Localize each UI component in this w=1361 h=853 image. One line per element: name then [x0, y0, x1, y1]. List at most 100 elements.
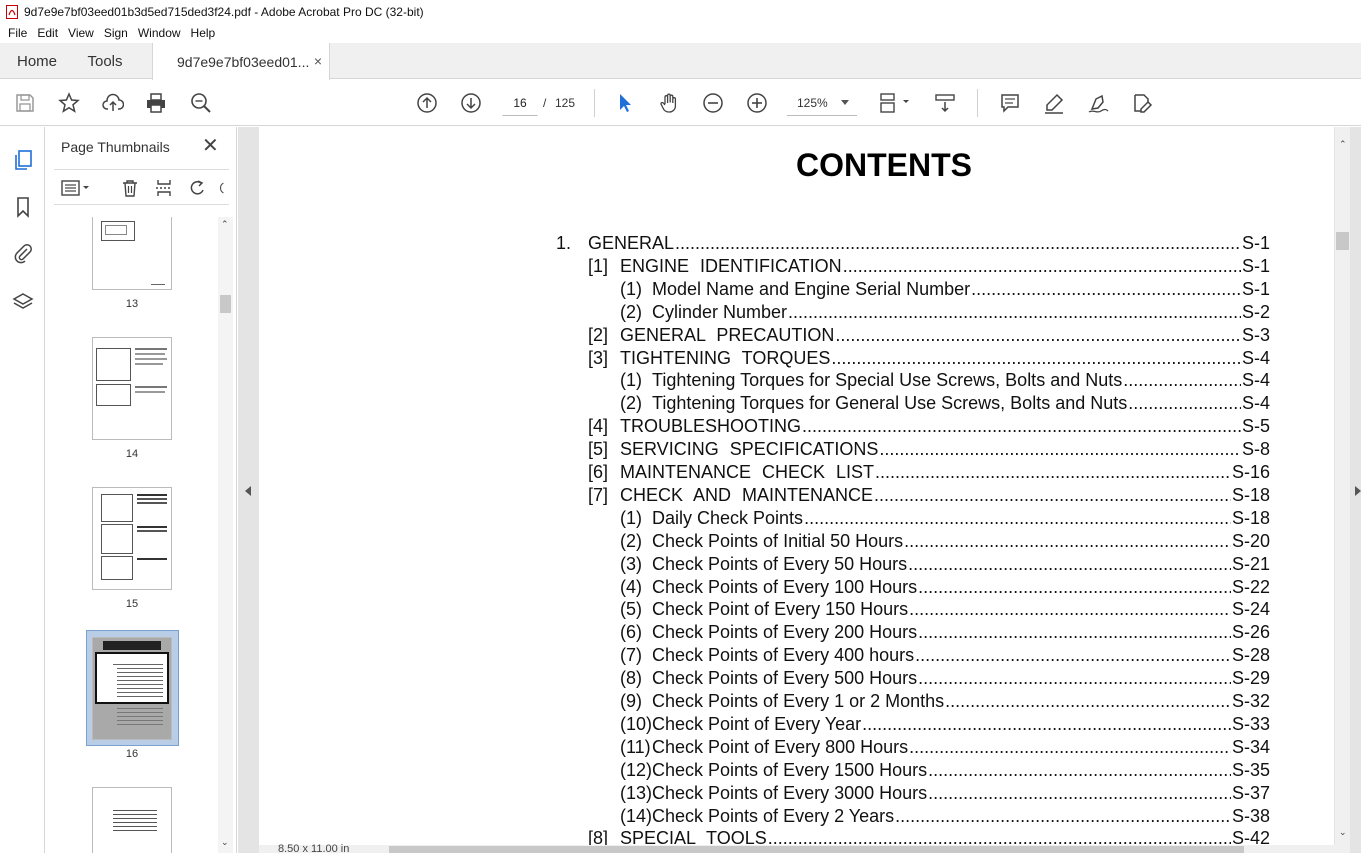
menu-edit[interactable]: Edit: [32, 26, 63, 40]
thumbnail-options-icon[interactable]: [60, 178, 92, 198]
highlight-pen-icon[interactable]: [1042, 91, 1066, 115]
scroll-down-arrow-icon[interactable]: ⌄: [221, 837, 229, 848]
thumbnail-page-13[interactable]: [92, 217, 172, 290]
more-tools-icon[interactable]: [215, 178, 229, 198]
toc-entry[interactable]: (4) Check Points of Every 100 Hours S-22: [620, 577, 1270, 599]
toc-entry-title: Check Points of Every 500 Hours: [652, 668, 918, 689]
toc-entry[interactable]: [2] GENERAL PRECAUTION S-3: [588, 325, 1270, 347]
zoom-level-dropdown[interactable]: 125%: [787, 90, 857, 116]
toc-entry-number: (6): [620, 622, 642, 643]
toc-entry[interactable]: [6] MAINTENANCE CHECK LIST S-16: [588, 462, 1270, 484]
menu-view[interactable]: View: [63, 26, 99, 40]
toc-entry-page: S-42: [1231, 828, 1270, 845]
zoom-out-icon[interactable]: [701, 91, 725, 115]
toc-entry[interactable]: (7) Check Points of Every 400 hours S-28: [620, 645, 1270, 667]
menu-file[interactable]: File: [3, 26, 32, 40]
tab-home[interactable]: Home: [0, 43, 74, 79]
toc-entry[interactable]: (10)Check Point of Every Year S-33: [620, 714, 1270, 736]
scroll-up-arrow-icon[interactable]: ⌃: [221, 219, 229, 230]
toc-entry[interactable]: [3] TIGHTENING TORQUES S-4: [588, 348, 1270, 370]
toc-entry[interactable]: (12)Check Points of Every 1500 Hours S-35: [620, 760, 1270, 782]
toc-entry[interactable]: (2) Tightening Torques for General Use Sc…: [620, 393, 1270, 415]
scroll-down-arrow-icon[interactable]: ⌄: [1339, 827, 1347, 838]
toc-entry[interactable]: (14)Check Points of Every 2 Years S-38: [620, 806, 1270, 828]
collapse-left-pane-icon[interactable]: [245, 486, 251, 496]
toc-entry-title: Check Points of Every 200 Hours: [652, 622, 918, 643]
scrollbar-thumb[interactable]: [220, 295, 231, 313]
scrollbar-thumb[interactable]: [1336, 232, 1349, 250]
select-cursor-icon[interactable]: [613, 91, 637, 115]
page-thumbnails-panel: Page Thumbnails ✕ 13 14 15 16 ⌃ ⌄: [46, 127, 237, 853]
toc-entry[interactable]: [5] SERVICING SPECIFICATIONS S-8: [588, 439, 1270, 461]
scroll-up-arrow-icon[interactable]: ⌃: [1339, 139, 1347, 150]
zoom-in-icon[interactable]: [745, 91, 769, 115]
document-horizontal-scrollbar[interactable]: [259, 845, 1350, 853]
save-icon[interactable]: [13, 91, 37, 115]
tab-tools[interactable]: Tools: [74, 43, 136, 79]
toc-dot-leader: [835, 325, 1241, 346]
toc-entry-number: (2): [620, 393, 642, 414]
toc-entry[interactable]: [8] SPECIAL TOOLS S-42: [588, 828, 1270, 845]
expand-right-pane-icon[interactable]: [1355, 486, 1361, 496]
thumbnail-list: 13 14 15 16: [46, 217, 216, 853]
thumbnail-page-16[interactable]: [92, 637, 172, 740]
next-page-icon[interactable]: [459, 91, 483, 115]
tab-document[interactable]: 9d7e9e7bf03eed01... ×: [152, 43, 330, 80]
page-number-input[interactable]: [502, 90, 538, 116]
toc-entry-title: Tightening Torques for Special Use Screw…: [652, 370, 1123, 391]
toc-entry-title: TROUBLESHOOTING: [620, 416, 802, 437]
toc-entry[interactable]: (5) Check Point of Every 150 Hours S-24: [620, 599, 1270, 621]
toc-entry[interactable]: (3) Check Points of Every 50 Hours S-21: [620, 554, 1270, 576]
previous-page-icon[interactable]: [415, 91, 439, 115]
toc-entry-page: S-1: [1241, 255, 1270, 276]
toc-entry[interactable]: [4] TROUBLESHOOTING S-5: [588, 416, 1270, 438]
hand-tool-icon[interactable]: [657, 91, 681, 115]
toc-entry[interactable]: (13)Check Points of Every 3000 Hours S-37: [620, 783, 1270, 805]
menu-help[interactable]: Help: [186, 26, 221, 40]
layers-icon[interactable]: [10, 289, 36, 315]
toc-entry[interactable]: (1) Model Name and Engine Serial Number S-…: [620, 279, 1270, 301]
toc-entry-number: (11): [620, 736, 651, 757]
toc-entry[interactable]: (8) Check Points of Every 500 Hours S-29: [620, 668, 1270, 690]
thumbnail-page-17[interactable]: [92, 787, 172, 853]
page-fit-icon[interactable]: [877, 91, 913, 115]
horizontal-scrollbar-thumb[interactable]: [389, 846, 1244, 853]
toc-entry-title: Model Name and Engine Serial Number: [652, 278, 971, 299]
toc-entry[interactable]: (11)Check Point of Every 800 Hours S-34: [620, 737, 1270, 759]
toc-entry[interactable]: [1] ENGINE IDENTIFICATION S-1: [588, 256, 1270, 278]
toc-entry[interactable]: (1) Tightening Torques for Special Use Sc…: [620, 370, 1270, 392]
print-icon[interactable]: [144, 91, 168, 115]
comment-icon[interactable]: [998, 91, 1022, 115]
toc-entry[interactable]: 1. GENERAL S-1: [556, 233, 1270, 255]
toc-dot-leader: [802, 416, 1241, 437]
sign-pen-icon[interactable]: [1086, 91, 1110, 115]
insert-page-icon[interactable]: [153, 178, 175, 198]
close-tab-icon[interactable]: ×: [314, 53, 322, 69]
toc-entry[interactable]: (9) Check Points of Every 1 or 2 Months S-…: [620, 691, 1270, 713]
star-bookmark-icon[interactable]: [57, 91, 81, 115]
thumbnail-scrollbar[interactable]: ⌃ ⌄: [218, 217, 233, 853]
toc-entry[interactable]: (1) Daily Check Points S-18: [620, 508, 1270, 530]
thumbnail-page-14[interactable]: [92, 337, 172, 440]
toc-entry[interactable]: (6) Check Points of Every 200 Hours S-26: [620, 622, 1270, 644]
cloud-upload-icon[interactable]: [101, 91, 125, 115]
edit-pdf-icon[interactable]: [1130, 91, 1154, 115]
toc-dot-leader: [915, 645, 1231, 666]
toc-entry[interactable]: (2) Check Points of Initial 50 Hours S-20: [620, 531, 1270, 553]
scroll-mode-icon[interactable]: [933, 91, 957, 115]
toc-entry[interactable]: (2) Cylinder Number S-2: [620, 302, 1270, 324]
rotate-page-icon[interactable]: [187, 178, 209, 198]
toc-entry[interactable]: [7] CHECK AND MAINTENANCE S-18: [588, 485, 1270, 507]
page-thumbnails-icon[interactable]: [10, 147, 36, 173]
thumbnail-label: 13: [125, 298, 139, 310]
menu-sign[interactable]: Sign: [99, 26, 133, 40]
document-vertical-scrollbar[interactable]: ⌃ ⌄: [1335, 127, 1350, 845]
menu-window[interactable]: Window: [133, 26, 186, 40]
thumbnail-page-15[interactable]: [92, 487, 172, 590]
attachment-paperclip-icon[interactable]: [10, 240, 36, 266]
window-title: 9d7e9e7bf03eed01b3d5ed715ded3f24.pdf - A…: [24, 4, 424, 19]
search-zoom-icon[interactable]: [189, 91, 213, 115]
bookmark-icon[interactable]: [10, 194, 36, 220]
delete-page-icon[interactable]: [119, 178, 141, 198]
close-panel-icon[interactable]: ✕: [202, 136, 219, 156]
